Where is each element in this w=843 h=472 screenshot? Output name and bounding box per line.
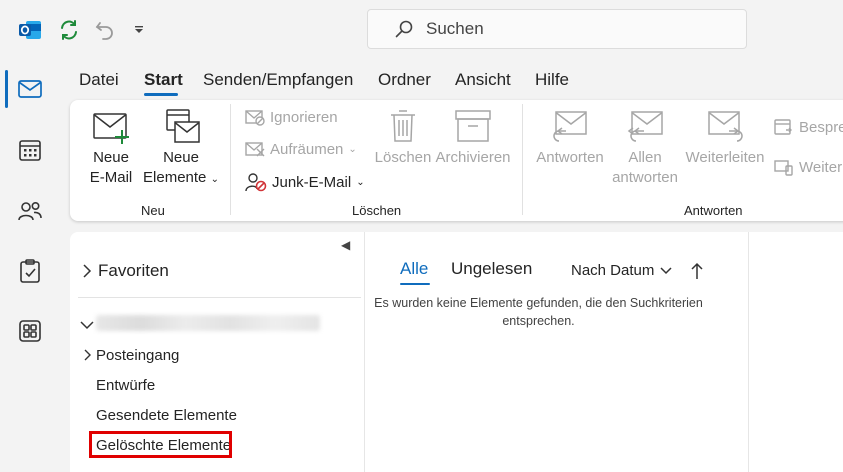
- undo-icon[interactable]: [93, 18, 117, 42]
- tab-start[interactable]: Start: [144, 70, 183, 90]
- search-input[interactable]: Suchen: [367, 9, 747, 49]
- reply-all-icon: [610, 108, 680, 148]
- filter-tab-all[interactable]: Alle: [400, 259, 428, 279]
- ignore-button[interactable]: Ignorieren: [245, 108, 338, 126]
- meeting-button[interactable]: Bespre: [774, 117, 843, 137]
- ignore-icon: [245, 108, 265, 126]
- folder-sent[interactable]: Gesendete Elemente: [96, 407, 237, 424]
- forward-button[interactable]: Weiterleiten: [682, 108, 768, 168]
- cleanup-button[interactable]: Aufräumen ⌄: [245, 140, 357, 158]
- rail-selection-indicator: [5, 70, 8, 108]
- sync-icon[interactable]: [57, 18, 81, 42]
- people-icon[interactable]: [16, 197, 44, 225]
- archive-button[interactable]: Archivieren: [434, 108, 512, 168]
- tab-senden-empfangen[interactable]: Senden/Empfangen: [203, 70, 353, 90]
- reply-all-button[interactable]: Allen antworten: [610, 108, 680, 188]
- chevron-down-icon: [660, 266, 672, 275]
- group-divider: [230, 104, 231, 215]
- tab-ansicht[interactable]: Ansicht: [455, 70, 511, 90]
- apps-icon[interactable]: [16, 317, 44, 345]
- tab-ordner[interactable]: Ordner: [378, 70, 431, 90]
- calendar-icon[interactable]: [16, 136, 44, 164]
- meeting-icon: [774, 117, 794, 137]
- chevron-down-icon: ⌄: [210, 174, 219, 185]
- search-placeholder: Suchen: [426, 19, 484, 38]
- folder-drafts[interactable]: Entwürfe: [96, 377, 155, 394]
- reading-pane: [748, 232, 843, 472]
- chevron-down-icon: ⌄: [348, 143, 357, 155]
- account-name-blurred[interactable]: [96, 315, 320, 331]
- junk-icon: [245, 172, 267, 192]
- customize-dropdown-icon[interactable]: [131, 22, 147, 38]
- search-icon: [394, 19, 414, 39]
- group-label-neu: Neu: [141, 203, 165, 218]
- chevron-right-icon[interactable]: [84, 349, 92, 361]
- sort-direction-icon[interactable]: [690, 262, 704, 280]
- group-divider: [522, 104, 523, 215]
- chevron-right-icon: [82, 264, 92, 278]
- reply-button[interactable]: Antworten: [532, 108, 608, 168]
- folder-inbox[interactable]: Posteingang: [96, 347, 179, 364]
- reply-icon: [532, 108, 608, 148]
- tab-hilfe[interactable]: Hilfe: [535, 70, 569, 90]
- new-items-icon: [140, 108, 222, 148]
- chevron-down-icon[interactable]: [80, 320, 94, 330]
- filter-tab-all-indicator: [400, 283, 430, 285]
- forward-icon: [682, 108, 768, 148]
- more-respond-button[interactable]: Weiter: [774, 157, 842, 177]
- outlook-logo-icon: [18, 18, 42, 42]
- tasks-icon[interactable]: [16, 257, 44, 285]
- tab-datei[interactable]: Datei: [79, 70, 119, 90]
- sort-dropdown[interactable]: Nach Datum: [571, 262, 672, 279]
- cleanup-icon: [245, 140, 265, 158]
- filter-tab-unread[interactable]: Ungelesen: [451, 259, 532, 279]
- collapse-pane-icon[interactable]: ◀: [341, 238, 350, 252]
- chevron-down-icon: ⌄: [356, 176, 365, 188]
- new-mail-icon: [84, 108, 138, 148]
- delete-button[interactable]: Löschen: [372, 108, 434, 168]
- junk-email-button[interactable]: Junk-E-Mail ⌄: [245, 172, 365, 192]
- active-tab-indicator: [144, 93, 178, 96]
- group-label-antworten: Antworten: [684, 203, 743, 218]
- new-items-button[interactable]: Neue Elemente ⌄: [140, 108, 222, 190]
- group-label-loeschen: Löschen: [352, 203, 402, 218]
- trash-icon: [372, 108, 434, 148]
- new-email-button[interactable]: Neue E-Mail: [84, 108, 138, 188]
- pane-divider: [78, 297, 361, 298]
- favorites-header[interactable]: Favoriten: [82, 261, 169, 281]
- more-respond-icon: [774, 157, 794, 177]
- mail-icon[interactable]: [16, 75, 44, 103]
- empty-state-text: Es wurden keine Elemente gefunden, die d…: [374, 296, 703, 328]
- highlight-box: [89, 431, 232, 458]
- archive-icon: [434, 108, 512, 148]
